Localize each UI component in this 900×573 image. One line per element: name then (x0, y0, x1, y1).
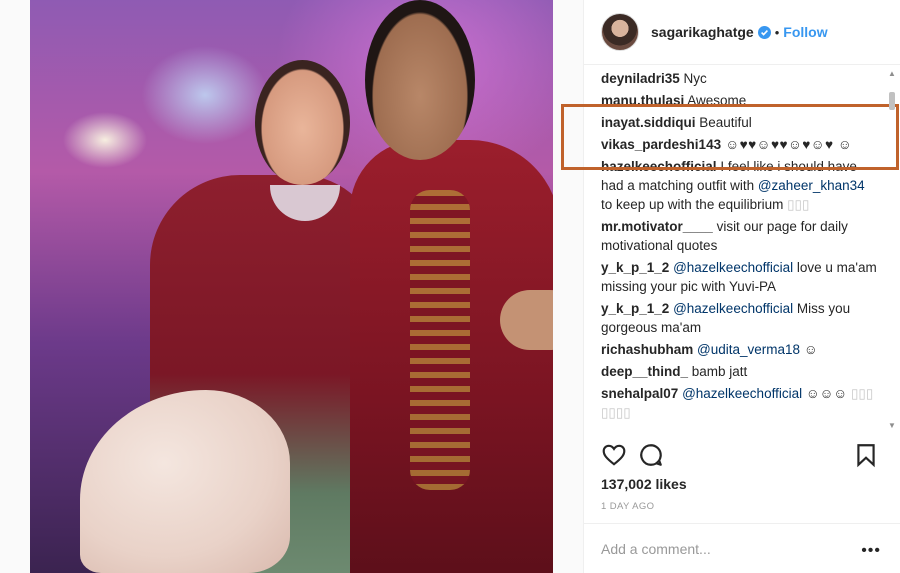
comment-text: ☺ (800, 342, 818, 357)
scroll-down-arrow-icon[interactable]: ▼ (888, 422, 896, 430)
likes-count[interactable]: 137,002 likes (601, 476, 687, 492)
pointing-hand (500, 290, 553, 350)
avatar[interactable] (601, 13, 639, 51)
comment-text: bamb jatt (688, 364, 748, 379)
post-photo[interactable] (30, 0, 553, 573)
comment-text: to keep up with the equilibrium (601, 197, 784, 212)
add-comment-bar: ••• (584, 523, 900, 573)
scroll-up-arrow-icon[interactable]: ▲ (888, 70, 896, 78)
comment-username[interactable]: mr.motivator____ (601, 219, 713, 234)
comment-mention[interactable]: @hazelkeechofficial (673, 260, 793, 275)
man-face (365, 0, 475, 160)
heart-icon[interactable] (601, 442, 627, 468)
comment-username[interactable]: deep__thind_ (601, 364, 688, 379)
comment-mention[interactable]: @hazelkeechofficial (673, 301, 793, 316)
comment-bubble-icon[interactable] (638, 442, 664, 468)
post-timestamp[interactable]: 1 DAY AGO (601, 501, 654, 512)
post-photo-pane (0, 0, 583, 573)
comment-username[interactable]: richashubham (601, 342, 693, 357)
add-comment-input[interactable] (601, 540, 841, 557)
comment-faded-chars: ▯▯▯ (783, 197, 810, 212)
post-header: sagarikaghatge • Follow (584, 0, 900, 65)
woman-face (255, 60, 350, 185)
comment-item: richashubham @udita_verma18 ☺ (601, 340, 878, 359)
follow-button[interactable]: Follow (783, 24, 827, 40)
comment-username[interactable]: deyniladri35 (601, 71, 680, 86)
separator-dot: • (774, 24, 780, 40)
dupatta (80, 390, 290, 573)
comment-mention[interactable]: @udita_verma18 (697, 342, 800, 357)
scroll-thumb[interactable] (889, 92, 895, 110)
comment-mention[interactable]: @hazelkeechofficial (682, 386, 802, 401)
bookmark-icon[interactable] (853, 442, 879, 468)
comment-text: Nyc (679, 71, 707, 86)
comment-username[interactable]: y_k_p_1_2 (601, 301, 669, 316)
highlight-box (561, 104, 899, 170)
verified-badge-icon (757, 25, 771, 39)
post-sidebar: sagarikaghatge • Follow deyniladri35 Nyc… (561, 0, 900, 573)
comment-text: ☺☺☺ (802, 386, 848, 401)
comment-item: deyniladri35 Nyc (601, 69, 878, 88)
comment-username[interactable]: y_k_p_1_2 (601, 260, 669, 275)
comment-item: deep__thind_ bamb jatt (601, 362, 878, 381)
post-actions (601, 442, 886, 472)
comment-mention[interactable]: @zaheer_khan34 (758, 178, 865, 193)
comments-scrollbar[interactable]: ▲ ▼ (886, 70, 898, 430)
more-options-button[interactable]: ••• (861, 542, 881, 560)
comment-item: y_k_p_1_2 @hazelkeechofficial Miss you g… (601, 299, 878, 337)
comment-item: snehalpal07 @hazelkeechofficial ☺☺☺ ▯▯▯ … (601, 384, 878, 422)
comment-item: y_k_p_1_2 @hazelkeechofficial love u ma'… (601, 258, 878, 296)
comment-item: mr.motivator____ visit our page for dail… (601, 217, 878, 255)
comment-username[interactable]: snehalpal07 (601, 386, 678, 401)
sherwani-embroidery (410, 190, 470, 490)
post-username[interactable]: sagarikaghatge (651, 24, 754, 40)
